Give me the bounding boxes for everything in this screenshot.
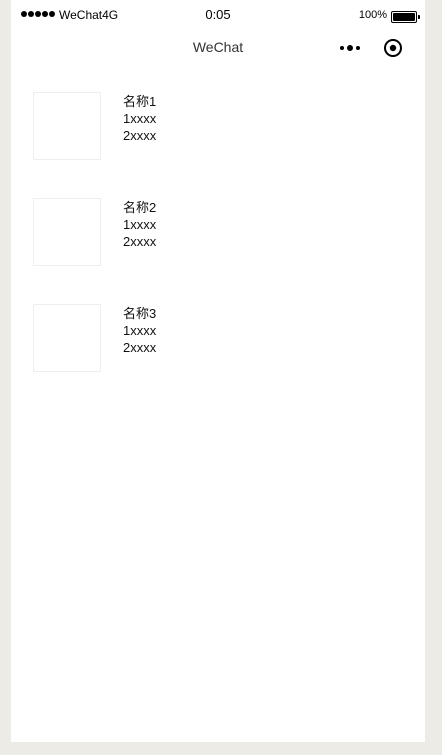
item-name: 名称3 bbox=[123, 306, 157, 321]
item-info: 名称3 1xxxx 2xxxx bbox=[123, 305, 156, 356]
navigation-bar: WeChat bbox=[11, 30, 425, 66]
battery-icon bbox=[391, 11, 420, 23]
item-thumbnail bbox=[33, 92, 101, 160]
item-info: 名称1 1xxxx 2xxxx bbox=[123, 93, 156, 144]
item-list: 名称1 1xxxx 2xxxx 名称2 1xxxx 2xxxx 名称3 1xxx… bbox=[11, 92, 425, 410]
target-circle-icon[interactable] bbox=[383, 38, 403, 58]
item-info: 名称2 1xxxx 2xxxx bbox=[123, 199, 156, 250]
item-name: 名称2 bbox=[123, 200, 157, 215]
list-item[interactable]: 名称1 1xxxx 2xxxx bbox=[11, 92, 425, 198]
list-item[interactable]: 名称3 1xxxx 2xxxx bbox=[11, 304, 425, 410]
item-name: 名称1 bbox=[123, 94, 157, 109]
phone-screen: WeChat4G 0:05 100% WeChat 名称1 1xxxx 2xxx… bbox=[11, 0, 425, 742]
more-dots-icon[interactable] bbox=[337, 40, 363, 56]
status-bar: WeChat4G 0:05 100% bbox=[11, 0, 425, 30]
item-line2: 2xxxx bbox=[123, 128, 157, 143]
item-line2: 2xxxx bbox=[123, 340, 157, 355]
item-line1: 1xxxx bbox=[123, 217, 157, 232]
item-line2: 2xxxx bbox=[123, 234, 157, 249]
item-thumbnail bbox=[33, 304, 101, 372]
battery-percent: 100% bbox=[358, 9, 387, 21]
item-line1: 1xxxx bbox=[123, 323, 157, 338]
item-line1: 1xxxx bbox=[123, 111, 157, 126]
item-thumbnail bbox=[33, 198, 101, 266]
list-item[interactable]: 名称2 1xxxx 2xxxx bbox=[11, 198, 425, 304]
